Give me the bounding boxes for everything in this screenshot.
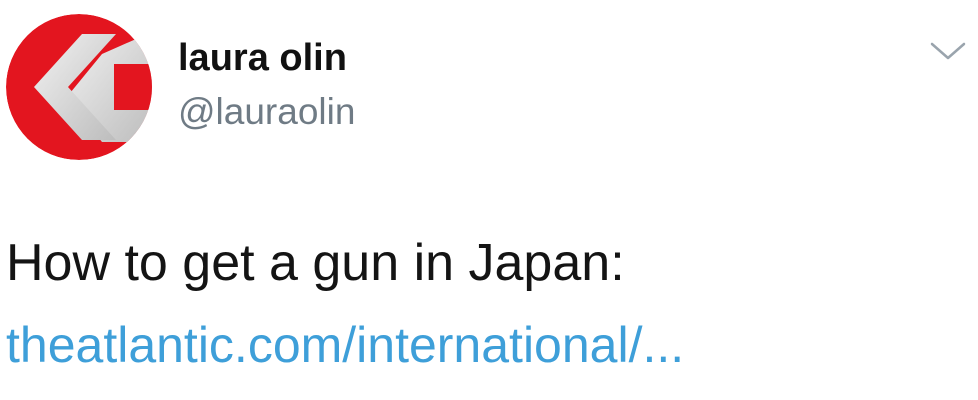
tweet-link[interactable]: theatlantic.com/international/...	[6, 314, 684, 376]
tweet-card: laura olin @lauraolin How to get a gun i…	[0, 0, 978, 400]
tweet-text: How to get a gun in Japan:	[6, 234, 625, 292]
avatar[interactable]	[6, 14, 152, 160]
author-display-name[interactable]: laura olin	[178, 36, 347, 80]
red-arrow-logo-icon	[6, 14, 152, 160]
chevron-down-icon[interactable]	[928, 40, 978, 80]
author-handle[interactable]: @lauraolin	[178, 90, 355, 134]
